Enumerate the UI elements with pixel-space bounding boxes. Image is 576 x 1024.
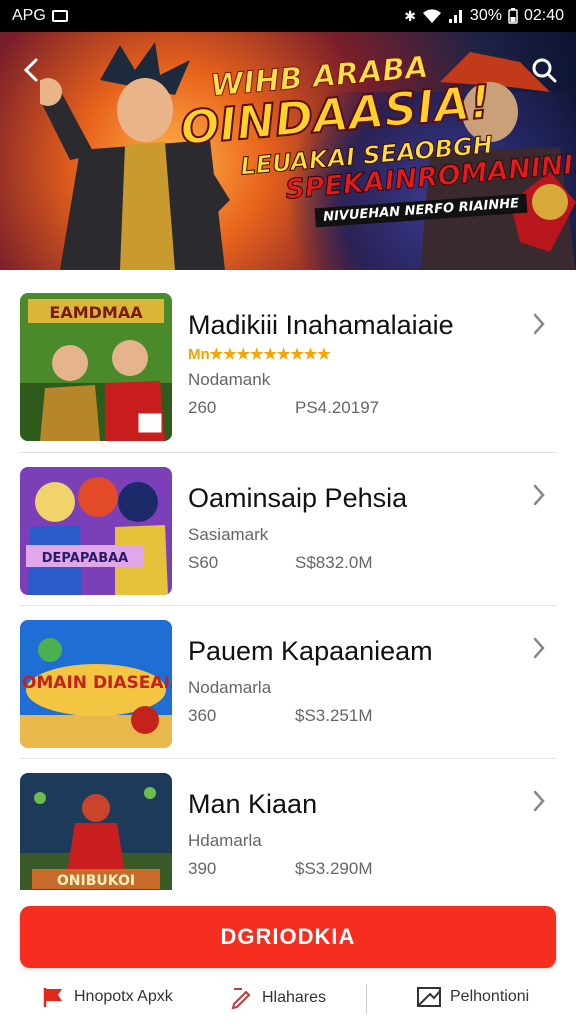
app-name: Man Kiaan [188, 789, 318, 819]
battery-level: 30% [469, 7, 502, 24]
wifi-icon [422, 9, 441, 23]
signal-icon [448, 10, 462, 23]
app-thumbnail[interactable]: BOMAIN DIASEAIA [20, 620, 172, 748]
nav-item-shares[interactable]: Hlahares [230, 986, 326, 1010]
app-price: $S3.251M [295, 706, 373, 725]
nav-label: Pelhontioni [450, 988, 530, 1005]
chevron-right-icon [533, 313, 545, 335]
status-bar: APG ✱ 30% 02:40 [0, 0, 576, 32]
app-name: Madikiii Inahamalaiaie [188, 310, 454, 340]
notification-icon [51, 10, 68, 22]
bluetooth-icon: ✱ [404, 7, 416, 24]
nav-label: Hnopotx Apxk [74, 988, 173, 1005]
app-size: S60 [188, 553, 219, 572]
flag-icon [43, 988, 62, 1007]
app-thumbnail[interactable]: DEPAPABAA [20, 467, 172, 595]
app-price: PS4.20197 [295, 398, 380, 417]
app-thumbnail[interactable]: EAMDMAA [20, 293, 172, 441]
back-button[interactable] [14, 52, 50, 88]
app-size: 390 [188, 859, 217, 878]
app-developer: Sasiamark [188, 525, 269, 544]
battery-icon [508, 8, 518, 24]
app-price: S$832.0M [295, 553, 373, 572]
nav-item-apps[interactable]: Hnopotx Apxk [42, 986, 173, 1008]
chevron-right-icon [533, 790, 545, 812]
app-name: Pauem Kapaanieam [188, 636, 433, 666]
app-developer: Hdamarla [188, 831, 262, 850]
chevron-right-icon [533, 637, 545, 659]
edit-icon [231, 988, 251, 1010]
thumbnail-title: ONIBUKOI [57, 873, 135, 889]
chevron-right-icon [533, 484, 545, 506]
app-developer: Nodamank [188, 370, 271, 389]
nav-label: Hlahares [262, 989, 327, 1006]
nav-item-messages[interactable]: Pelhontioni [416, 986, 529, 1008]
download-button[interactable]: DGRIODKIA [20, 906, 556, 968]
search-button[interactable] [526, 52, 562, 88]
message-icon [417, 987, 441, 1007]
banner-title-group: WIHB ARABA OINDAASIA! LEUAKAI SEAOBGH SP… [170, 49, 576, 228]
hero-banner[interactable]: WIHB ARABA OINDAASIA! LEUAKAI SEAOBGH SP… [0, 32, 576, 270]
list-item[interactable]: DEPAPABAA Oaminsaip Pehsia Sasiamark S60… [20, 453, 556, 606]
app-name: Oaminsaip Pehsia [188, 483, 408, 513]
list-item[interactable]: ONIBUKOI Man Kiaan Hdamarla 390 $S3.290M [20, 759, 556, 890]
thumbnail-title: BOMAIN DIASEAIA [20, 673, 172, 693]
back-arrow-icon [23, 58, 38, 82]
search-icon [532, 58, 557, 83]
app-list: EAMDMAA Madikiii Inahamalaiaie Mn★★★★★★★… [0, 270, 576, 890]
app-developer: Nodamarla [188, 678, 272, 697]
download-button-label: DGRIODKIA [220, 924, 356, 949]
list-item[interactable]: EAMDMAA Madikiii Inahamalaiaie Mn★★★★★★★… [20, 270, 556, 453]
list-item[interactable]: BOMAIN DIASEAIA Pauem Kapaanieam Nodamar… [20, 606, 556, 759]
nav-divider [366, 984, 367, 1014]
app-size: 360 [188, 706, 217, 725]
clock: 02:40 [523, 7, 564, 24]
app-screen: APG ✱ 30% 02:40 WIHB ARABA OINDAASIA! LE… [0, 0, 576, 1024]
thumbnail-title: EAMDMAA [49, 303, 143, 322]
bottom-nav: Hnopotx Apxk Hlahares Pelhontioni [0, 972, 576, 1024]
carrier-label: APG [12, 7, 46, 24]
app-price: $S3.290M [295, 859, 373, 878]
thumbnail-title: DEPAPABAA [42, 551, 129, 566]
app-size: 260 [188, 398, 217, 417]
app-rating: Mn★★★★★★★★★ [188, 346, 331, 363]
app-thumbnail[interactable]: ONIBUKOI [20, 773, 172, 890]
